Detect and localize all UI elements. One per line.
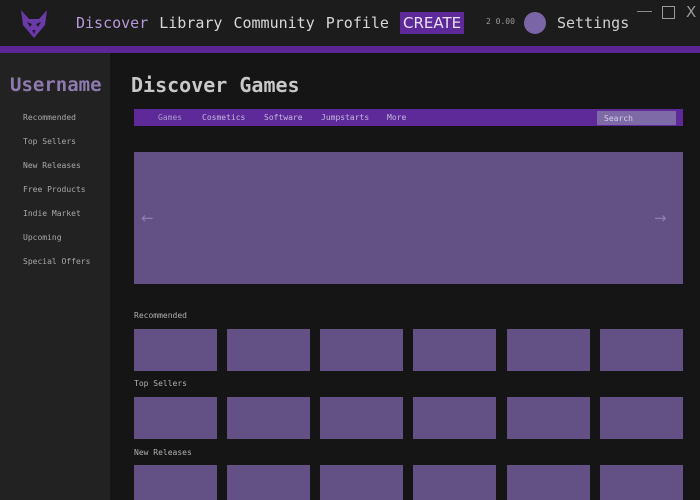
- section-title-new-releases: New Releases: [134, 448, 192, 457]
- sidebar-item-indie-market[interactable]: Indie Market: [23, 209, 81, 218]
- game-tile[interactable]: [134, 397, 217, 439]
- game-tile[interactable]: [320, 329, 403, 371]
- section-title-recommended: Recommended: [134, 311, 187, 320]
- fox-logo-icon[interactable]: [18, 8, 50, 40]
- coin-balance: 2 0.00: [486, 17, 515, 26]
- game-tile[interactable]: [507, 465, 590, 500]
- nav-community[interactable]: Community: [233, 12, 314, 34]
- main-nav: Discover Library Community Profile CREAT…: [76, 12, 475, 34]
- game-tile[interactable]: [134, 465, 217, 500]
- game-tile[interactable]: [227, 465, 310, 500]
- game-tile[interactable]: [600, 397, 683, 439]
- game-tile[interactable]: [600, 329, 683, 371]
- tab-games[interactable]: Games: [158, 113, 182, 122]
- tab-jumpstarts[interactable]: Jumpstarts: [321, 113, 369, 122]
- nav-discover[interactable]: Discover: [76, 12, 148, 34]
- sidebar-item-new-releases[interactable]: New Releases: [23, 161, 81, 170]
- search-input[interactable]: [597, 111, 676, 125]
- game-tile[interactable]: [413, 329, 496, 371]
- maximize-icon[interactable]: [662, 6, 675, 19]
- sidebar: Username Recommended Top Sellers New Rel…: [0, 53, 110, 500]
- game-tile[interactable]: [134, 329, 217, 371]
- page-title: Discover Games: [131, 73, 300, 97]
- tab-cosmetics[interactable]: Cosmetics: [202, 113, 245, 122]
- tab-more[interactable]: More: [387, 113, 406, 122]
- sidebar-item-recommended[interactable]: Recommended: [23, 113, 76, 122]
- game-tile[interactable]: [413, 465, 496, 500]
- sidebar-item-upcoming[interactable]: Upcoming: [23, 233, 62, 242]
- sidebar-item-special-offers[interactable]: Special Offers: [23, 257, 90, 266]
- minimize-icon[interactable]: [637, 11, 652, 12]
- game-tile[interactable]: [507, 329, 590, 371]
- featured-carousel[interactable]: ← →: [134, 152, 683, 284]
- game-tile[interactable]: [227, 329, 310, 371]
- settings-link[interactable]: Settings: [557, 12, 629, 34]
- game-tile[interactable]: [227, 397, 310, 439]
- close-icon[interactable]: X: [686, 3, 696, 21]
- top-bar: Discover Library Community Profile CREAT…: [0, 0, 700, 46]
- create-button[interactable]: CREATE: [399, 12, 465, 34]
- game-tile[interactable]: [320, 465, 403, 500]
- game-tile[interactable]: [320, 397, 403, 439]
- arrow-left-icon[interactable]: ←: [141, 210, 154, 226]
- tab-software[interactable]: Software: [264, 113, 303, 122]
- user-avatar-icon[interactable]: [524, 12, 546, 34]
- game-tile[interactable]: [507, 397, 590, 439]
- sidebar-item-top-sellers[interactable]: Top Sellers: [23, 137, 76, 146]
- sidebar-item-free-products[interactable]: Free Products: [23, 185, 86, 194]
- nav-profile[interactable]: Profile: [326, 12, 389, 34]
- nav-library[interactable]: Library: [159, 12, 222, 34]
- username-label: Username: [10, 74, 102, 96]
- accent-divider: [0, 46, 700, 53]
- game-tile[interactable]: [600, 465, 683, 500]
- game-tile[interactable]: [413, 397, 496, 439]
- arrow-right-icon[interactable]: →: [654, 210, 667, 226]
- section-title-top-sellers: Top Sellers: [134, 379, 187, 388]
